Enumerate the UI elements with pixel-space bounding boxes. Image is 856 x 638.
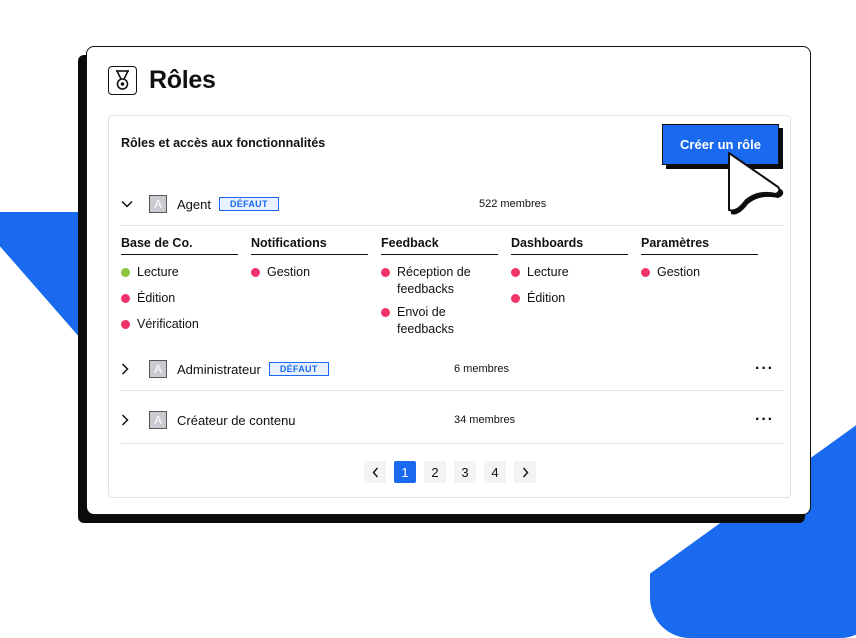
role-row-createur-de-contenu[interactable]: A Créateur de contenu 34 membres ··· xyxy=(121,406,784,434)
role-name: Agent xyxy=(177,196,211,212)
permission-label: Gestion xyxy=(267,265,311,279)
medal-icon xyxy=(108,66,137,95)
permission-label: Vérification xyxy=(137,317,199,331)
divider xyxy=(121,443,784,444)
permission-label: Gestion xyxy=(657,265,701,279)
panel-header: Rôles et accès aux fonctionnalités xyxy=(121,136,326,150)
title-row: Rôles xyxy=(108,66,216,95)
permission-column-base: Base de Co. Lecture Édition Vérification xyxy=(121,236,238,333)
page-button[interactable]: 4 xyxy=(484,461,506,483)
permission-column-feedback: Feedback Réception de feedbacks Envoi de… xyxy=(381,236,498,338)
page-title: Rôles xyxy=(149,66,216,94)
role-avatar: A xyxy=(149,360,167,378)
permission-item: Gestion xyxy=(641,264,758,281)
status-dot xyxy=(121,294,130,303)
permission-column-title: Dashboards xyxy=(511,236,628,255)
permission-label: Lecture xyxy=(137,265,179,279)
permission-label: Réception de feedbacks xyxy=(397,265,471,296)
permission-item: Édition xyxy=(511,290,628,307)
chevron-down-icon[interactable] xyxy=(121,200,143,208)
permission-item: Vérification xyxy=(121,316,238,333)
status-dot xyxy=(251,268,260,277)
mouse-cursor-icon xyxy=(728,152,784,215)
permission-column-title: Feedback xyxy=(381,236,498,255)
permission-item: Envoi de feedbacks xyxy=(381,304,498,338)
role-row-administrateur[interactable]: A Administrateur DÉFAUT 6 membres ··· xyxy=(121,355,784,383)
roles-card: Rôles Rôles et accès aux fonctionnalités… xyxy=(86,46,811,515)
role-name: Créateur de contenu xyxy=(177,412,296,428)
next-page-button[interactable] xyxy=(514,461,536,483)
previous-page-button[interactable] xyxy=(364,461,386,483)
permission-item: Lecture xyxy=(511,264,628,281)
role-name: Administrateur xyxy=(177,361,261,377)
role-row-agent[interactable]: A Agent DÉFAUT 522 membres xyxy=(121,190,784,218)
status-dot xyxy=(641,268,650,277)
permission-item: Lecture xyxy=(121,264,238,281)
chevron-right-icon[interactable] xyxy=(121,363,143,375)
status-dot xyxy=(121,320,130,329)
page-button[interactable]: 1 xyxy=(394,461,416,483)
status-dot xyxy=(381,268,390,277)
chevron-left-icon xyxy=(372,467,378,477)
page-button[interactable]: 3 xyxy=(454,461,476,483)
divider xyxy=(121,225,784,226)
member-count: 6 membres xyxy=(454,363,510,375)
status-dot xyxy=(511,294,520,303)
permission-label: Lecture xyxy=(527,265,569,279)
default-badge: DÉFAUT xyxy=(268,362,329,376)
permission-item: Édition xyxy=(121,290,238,307)
more-options-icon[interactable]: ··· xyxy=(755,360,774,378)
permission-column-parametres: Paramètres Gestion xyxy=(641,236,758,281)
chevron-right-icon[interactable] xyxy=(121,414,143,426)
member-count: 34 membres xyxy=(454,414,516,426)
role-avatar: A xyxy=(149,411,167,429)
permission-item: Réception de feedbacks xyxy=(381,264,498,298)
pagination: 1 2 3 4 xyxy=(364,461,536,483)
permission-label: Envoi de feedbacks xyxy=(397,305,454,336)
role-avatar: A xyxy=(149,195,167,213)
status-dot xyxy=(381,308,390,317)
permission-column-title: Paramètres xyxy=(641,236,758,255)
permission-column-notifications: Notifications Gestion xyxy=(251,236,368,281)
permission-label: Édition xyxy=(137,291,176,305)
permission-column-title: Notifications xyxy=(251,236,368,255)
permission-column-dashboards: Dashboards Lecture Édition xyxy=(511,236,628,307)
roles-panel: Rôles et accès aux fonctionnalités Créer… xyxy=(108,115,791,498)
default-badge: DÉFAUT xyxy=(218,197,279,211)
permission-item: Gestion xyxy=(251,264,368,281)
page-button[interactable]: 2 xyxy=(424,461,446,483)
member-count: 522 membres xyxy=(479,198,547,210)
permission-label: Édition xyxy=(527,291,566,305)
permission-column-title: Base de Co. xyxy=(121,236,238,255)
more-options-icon[interactable]: ··· xyxy=(755,411,774,429)
status-dot xyxy=(511,268,520,277)
status-dot xyxy=(121,268,130,277)
chevron-right-icon xyxy=(522,467,528,477)
divider xyxy=(121,390,784,391)
